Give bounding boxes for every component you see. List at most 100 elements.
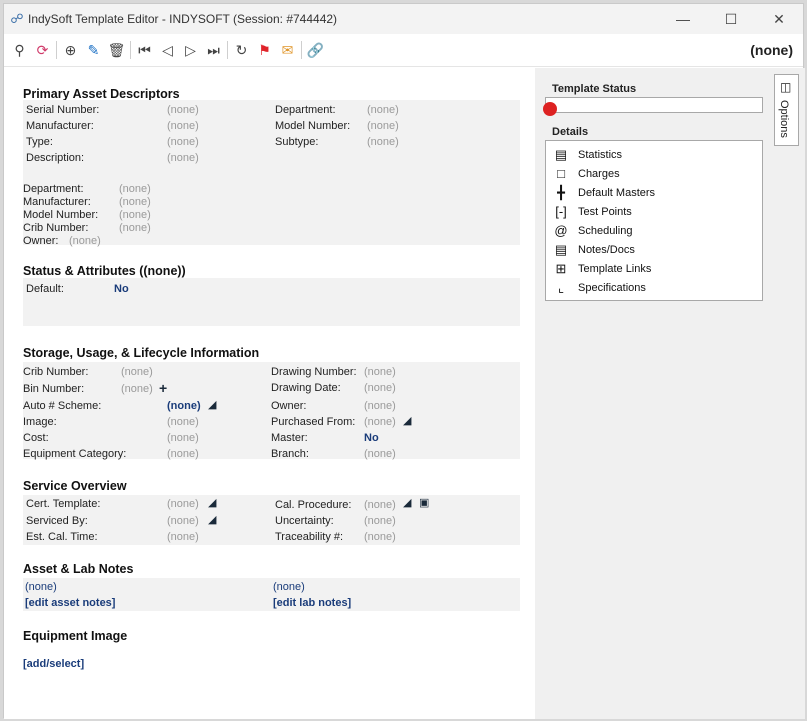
lookup-icon[interactable]: ◢ [403, 414, 411, 427]
asset-notes-value: (none) [25, 581, 57, 593]
details-item-notes-docs[interactable]: ▤ Notes/Docs [552, 240, 635, 259]
default-value[interactable]: No [114, 283, 129, 295]
cost-value[interactable]: (none) [167, 432, 199, 444]
image-section-title: Equipment Image [23, 629, 128, 643]
template-status-title: Template Status [552, 83, 637, 95]
details-title: Details [552, 126, 589, 138]
close-button[interactable]: ✕ [755, 4, 803, 34]
search-icon[interactable]: ⚲ [8, 38, 31, 62]
subtype-value[interactable]: (none) [367, 136, 399, 148]
status-section-title: Status & Attributes ((none)) [23, 264, 186, 278]
serial-value[interactable]: (none) [167, 104, 199, 116]
owner-value[interactable]: (none) [364, 400, 396, 412]
equipment-category-value[interactable]: (none) [167, 448, 199, 460]
est-cal-time-value[interactable]: (none) [167, 531, 199, 543]
edit-icon[interactable]: ✎ [82, 38, 105, 62]
drawing-number-value[interactable]: (none) [364, 366, 396, 378]
primary-section-title: Primary Asset Descriptors [23, 87, 180, 101]
uncertainty-value[interactable]: (none) [364, 515, 396, 527]
serviced-by-value[interactable]: (none) [167, 515, 199, 527]
lookup-icon[interactable]: ◢ [403, 496, 411, 509]
details-item-test-points[interactable]: [-] Test Points [552, 202, 632, 221]
edit-lab-notes-link[interactable]: [edit lab notes] [273, 597, 351, 609]
last-record-icon[interactable]: ⏭ [202, 38, 225, 62]
details-item-scheduling[interactable]: @ Scheduling [552, 221, 632, 240]
purchased-from-value[interactable]: (none) [364, 416, 396, 428]
cal-procedure-label: Cal. Procedure: [275, 499, 352, 511]
lab-notes-value: (none) [273, 581, 305, 593]
document-icon[interactable]: ▣ [419, 496, 429, 509]
brackets-icon: [-] [555, 204, 567, 219]
bin-label: Bin Number: [23, 383, 85, 395]
drawing-date-value[interactable]: (none) [364, 382, 396, 394]
details-item-charges[interactable]: □ Charges [552, 164, 620, 183]
manufacturer-label: Manufacturer: [26, 120, 94, 132]
sub-crib-value[interactable]: (none) [119, 222, 151, 234]
image-value[interactable]: (none) [167, 416, 199, 428]
minimize-button[interactable]: — [659, 4, 707, 34]
uncertainty-label: Uncertainty: [275, 515, 334, 527]
department-value[interactable]: (none) [367, 104, 399, 116]
sub-model-value[interactable]: (none) [119, 209, 151, 221]
book-icon: ▤ [554, 241, 568, 257]
details-item-label: Specifications [578, 281, 646, 294]
maximize-button[interactable]: ☐ [707, 4, 755, 34]
traceability-label: Traceability #: [275, 531, 344, 543]
cert-template-label: Cert. Template: [26, 498, 101, 510]
link-icon[interactable]: 🔗 [304, 38, 327, 62]
lookup-icon[interactable]: ◢ [208, 398, 216, 411]
bookmark-icon[interactable]: ⚑ [253, 38, 276, 62]
manufacturer-value[interactable]: (none) [167, 120, 199, 132]
status-red-icon [543, 102, 557, 116]
record-label: (none) [750, 42, 793, 58]
delete-icon[interactable]: 🗑 [105, 38, 128, 62]
est-cal-time-label: Est. Cal. Time: [26, 531, 98, 543]
cert-template-value[interactable]: (none) [167, 498, 199, 510]
first-record-icon[interactable]: ⏮ [133, 38, 156, 62]
app-window: ☍ IndySoft Template Editor - INDYSOFT (S… [3, 3, 805, 719]
owner-label: Owner: [271, 400, 307, 412]
details-item-label: Scheduling [578, 224, 633, 237]
history-icon[interactable]: ⟳ [31, 38, 54, 62]
model-value[interactable]: (none) [367, 120, 399, 132]
type-value[interactable]: (none) [167, 136, 199, 148]
auto-scheme-value[interactable]: (none) [167, 400, 201, 412]
add-select-image-link[interactable]: [add/select] [23, 658, 84, 670]
email-icon[interactable]: ✉ [276, 38, 299, 62]
purchased-from-label: Purchased From: [271, 416, 356, 428]
content-area: Primary Asset Descriptors Serial Number:… [4, 68, 805, 719]
previous-record-icon[interactable]: ◁ [156, 38, 179, 62]
model-label: Model Number: [275, 120, 351, 132]
bookmark-icon: □ [557, 166, 565, 181]
crib-label: Crib Number: [23, 366, 89, 378]
side-panel: Template Status Details ▤ Statistics □ C… [535, 68, 805, 719]
options-tab[interactable]: ◫ Options [774, 74, 799, 146]
crib-value[interactable]: (none) [121, 366, 153, 378]
details-item-label: Charges [578, 167, 620, 180]
primary-block: Serial Number: (none) Department: (none)… [23, 100, 520, 247]
refresh-icon[interactable]: ↻ [230, 38, 253, 62]
details-item-specifications[interactable]: ⌞ Specifications [552, 278, 646, 297]
master-value[interactable]: No [364, 432, 379, 444]
sub-owner-value[interactable]: (none) [69, 235, 101, 247]
add-icon[interactable]: ⊕ [59, 38, 82, 62]
traceability-value[interactable]: (none) [364, 531, 396, 543]
grid-icon: ⊞ [555, 260, 567, 276]
branch-value[interactable]: (none) [364, 448, 396, 460]
lookup-icon[interactable]: ◢ [208, 513, 216, 526]
lookup-icon[interactable]: ◢ [208, 496, 216, 509]
sub-manufacturer-value[interactable]: (none) [119, 196, 151, 208]
bin-value[interactable]: (none) [121, 383, 153, 395]
details-item-statistics[interactable]: ▤ Statistics [552, 145, 622, 164]
details-item-default-masters[interactable]: ╋ Default Masters [552, 183, 655, 202]
description-value[interactable]: (none) [167, 152, 199, 164]
notes-section-title: Asset & Lab Notes [23, 562, 134, 576]
window-title: IndySoft Template Editor - INDYSOFT (Ses… [28, 12, 338, 26]
edit-asset-notes-link[interactable]: [edit asset notes] [25, 597, 115, 609]
cal-procedure-value[interactable]: (none) [364, 499, 396, 511]
next-record-icon[interactable]: ▷ [179, 38, 202, 62]
details-item-template-links[interactable]: ⊞ Template Links [552, 259, 652, 278]
sub-department-value[interactable]: (none) [119, 183, 151, 195]
toolbar-divider [130, 41, 131, 59]
add-bin-icon[interactable]: + [159, 380, 167, 396]
